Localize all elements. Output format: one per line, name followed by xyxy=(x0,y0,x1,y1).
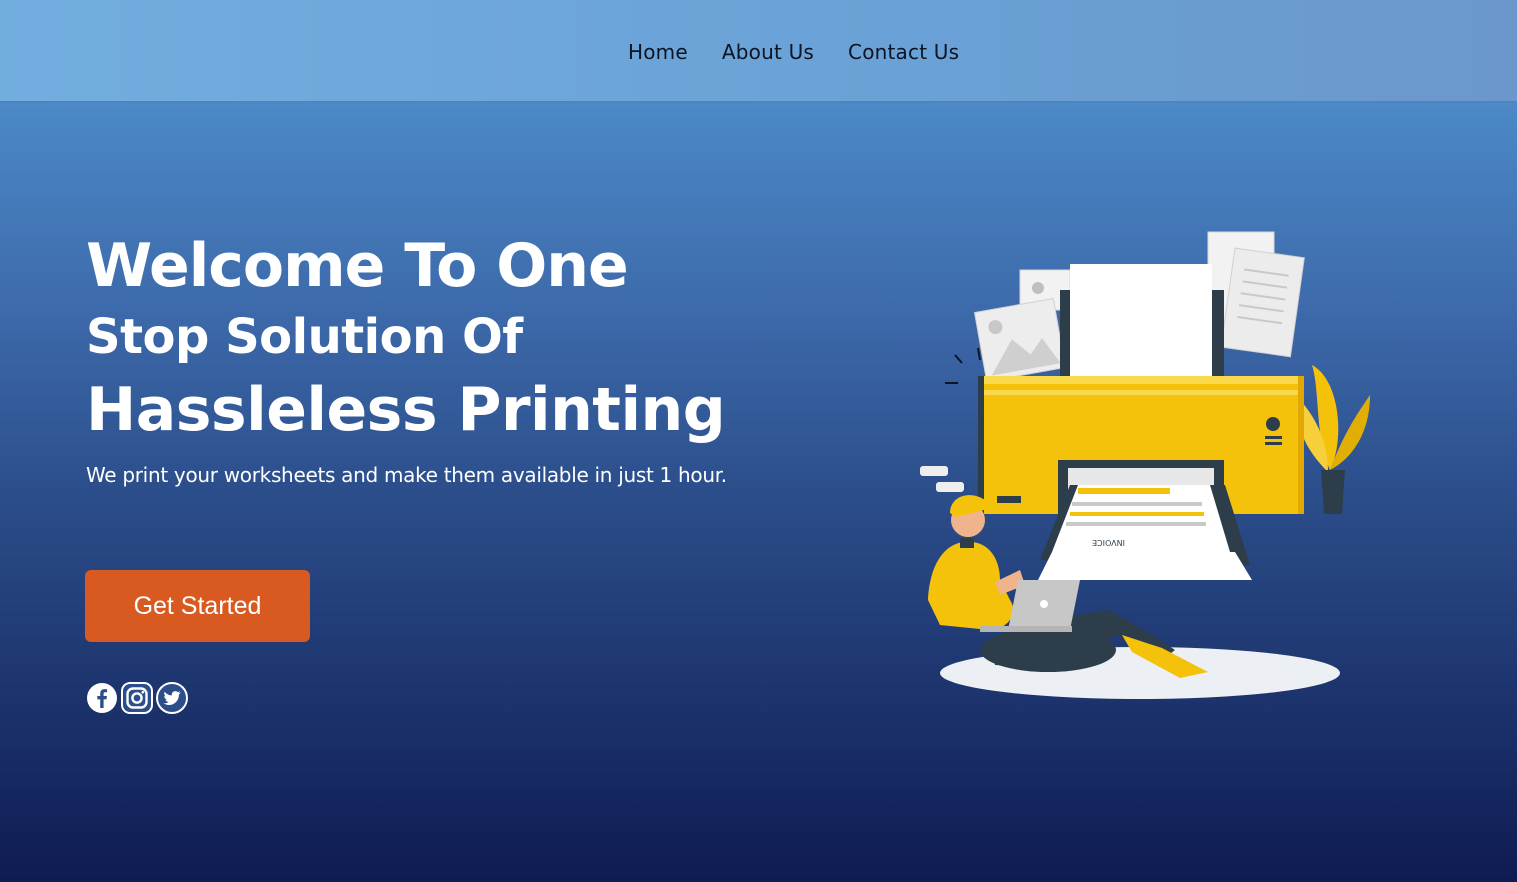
nav-link-about-us[interactable]: About Us xyxy=(722,40,814,64)
hero-subtitle: We print your worksheets and make them a… xyxy=(86,463,727,487)
motion-marks xyxy=(945,347,981,384)
nav-link-contact-us[interactable]: Contact Us xyxy=(848,40,959,64)
hero-title: Welcome To One Stop Solution Of Hasslele… xyxy=(86,230,726,448)
hero-title-line-3: Hassleless Printing xyxy=(86,375,726,445)
printer-illustration: INVOICE xyxy=(920,231,1370,699)
twitter-icon[interactable] xyxy=(156,682,188,714)
invoice-label: INVOICE xyxy=(1092,538,1125,547)
hero-title-line-1: Welcome To One xyxy=(86,231,629,301)
plant-icon xyxy=(1297,365,1370,514)
chat-bubbles-icon xyxy=(920,466,964,492)
paper-in-tray xyxy=(1070,264,1212,376)
photo-print-icon xyxy=(973,269,1071,382)
main-nav: Home About Us Contact Us xyxy=(628,40,959,64)
top-navbar: Home About Us Contact Us xyxy=(0,0,1517,101)
instagram-icon[interactable] xyxy=(121,682,153,714)
facebook-icon[interactable] xyxy=(86,682,118,714)
invoice-sheet xyxy=(1052,485,1230,552)
social-links xyxy=(86,682,188,714)
nav-link-home[interactable]: Home xyxy=(628,40,688,64)
get-started-button[interactable]: Get Started xyxy=(85,570,310,642)
hero-title-line-2: Stop Solution Of xyxy=(86,309,523,365)
power-button-icon xyxy=(1266,417,1280,431)
